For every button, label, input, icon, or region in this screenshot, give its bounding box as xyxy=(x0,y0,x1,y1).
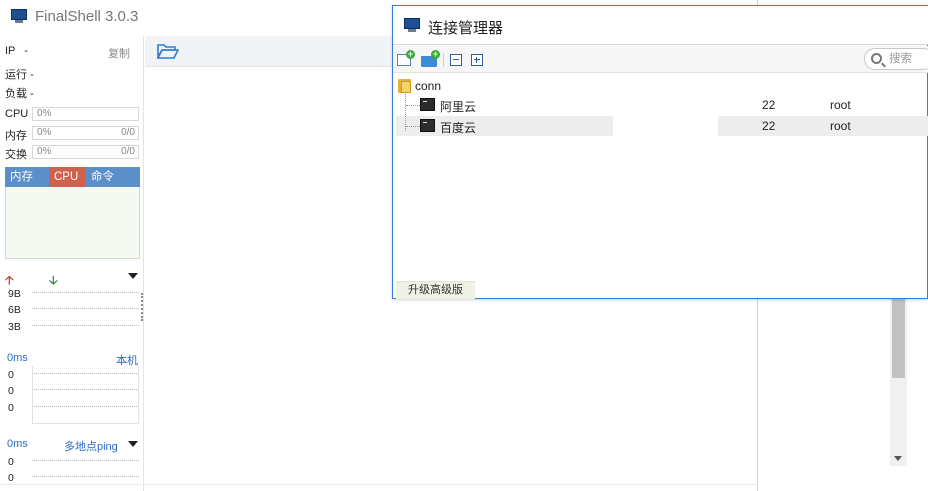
grid-line xyxy=(32,460,139,461)
tab-command[interactable]: 命令 xyxy=(86,167,140,187)
tree-vertical-connector xyxy=(405,94,406,131)
process-tabs: 内存 CPU 命令 xyxy=(5,167,140,187)
new-connection-icon[interactable]: + xyxy=(397,50,415,67)
tree-folder-row[interactable]: conn xyxy=(393,76,928,96)
ip-value: - xyxy=(24,45,28,57)
process-list[interactable] xyxy=(5,187,140,259)
upgrade-button[interactable]: 升级高级版 xyxy=(396,281,475,299)
search-box[interactable] xyxy=(864,48,928,70)
cpu-meter: 0% xyxy=(32,107,139,121)
ping-target[interactable]: 多地点ping xyxy=(64,438,118,454)
ip-row: IP - xyxy=(5,45,28,57)
system-info-panel: IP - 复制 运行 - 负载 - CPU 0% 内存 0% 0/0 交换 0%… xyxy=(0,36,144,491)
grid-line xyxy=(32,325,139,326)
dialog-toolbar: + + xyxy=(393,46,928,73)
selection-highlight xyxy=(718,116,928,136)
latency-axis-label: 0 xyxy=(8,402,14,414)
monitor-icon xyxy=(11,9,27,23)
dialog-title: 连接管理器 xyxy=(428,20,504,37)
collapse-all-icon[interactable] xyxy=(450,54,462,66)
grid-line xyxy=(32,308,139,309)
net-axis-label: 9B xyxy=(8,288,21,300)
latency-axis-label: 0 xyxy=(8,385,14,397)
connection-name: 百度云 xyxy=(440,121,477,135)
latency-axis-label: 0 xyxy=(8,369,14,381)
search-icon xyxy=(871,53,882,64)
network-header: 🡡 🡣 xyxy=(5,271,140,287)
connection-row[interactable]: 阿里云 22 root xyxy=(393,95,928,115)
latency-header: 0ms xyxy=(7,352,28,364)
cpu-value: 0% xyxy=(37,108,52,119)
copy-ip-button[interactable]: 复制 xyxy=(108,45,130,61)
memory-value: 0% xyxy=(37,127,52,138)
download-arrow-icon: 🡣 xyxy=(49,273,58,287)
swap-detail: 0/0 xyxy=(121,146,135,157)
grid-line xyxy=(32,292,139,293)
swap-meter: 0% 0/0 xyxy=(32,145,139,159)
status-bar xyxy=(0,484,758,491)
running-row: 运行 - xyxy=(5,66,34,82)
ping-axis-label: 0 xyxy=(8,456,14,468)
terminal-icon xyxy=(420,119,435,132)
folder-icon xyxy=(398,79,411,93)
memory-detail: 0/0 xyxy=(121,127,135,138)
connection-name: 阿里云 xyxy=(440,100,477,114)
search-input[interactable] xyxy=(889,51,928,67)
memory-label: 内存 xyxy=(5,130,27,142)
connection-user: root xyxy=(830,98,851,112)
tree-connector xyxy=(406,105,420,106)
tab-cpu[interactable]: CPU xyxy=(49,167,86,187)
resize-grip[interactable] xyxy=(141,293,144,321)
new-folder-icon[interactable]: + xyxy=(421,50,440,67)
memory-meter: 0% 0/0 xyxy=(32,126,139,140)
connection-port: 22 xyxy=(762,119,776,133)
load-value: - xyxy=(30,88,34,100)
latency-value: 0ms xyxy=(7,352,28,364)
tree-connector xyxy=(406,126,420,127)
ping-dropdown-icon[interactable] xyxy=(128,441,138,447)
connection-tree: conn 阿里云 22 root 百度云 22 root xyxy=(393,74,928,280)
scrollbar-thumb[interactable] xyxy=(892,298,905,378)
cpu-label: CPU xyxy=(5,108,29,120)
grid-line xyxy=(32,476,139,477)
net-axis-label: 3B xyxy=(8,321,21,333)
ping-axis-label: 0 xyxy=(8,472,14,484)
connection-row-selected[interactable]: 百度云 22 root xyxy=(393,116,928,136)
running-label: 运行 xyxy=(5,69,27,81)
ping-value: 0ms xyxy=(7,438,28,450)
connection-port: 22 xyxy=(762,98,776,112)
expand-all-icon[interactable] xyxy=(471,54,483,66)
dialog-title-bar: 连接管理器 xyxy=(393,6,928,45)
running-value: - xyxy=(30,69,34,81)
connection-manager-dialog: 连接管理器 + + conn 阿里云 22 root 百度云 xyxy=(392,5,928,299)
net-axis-label: 6B xyxy=(8,304,21,316)
swap-label: 交换 xyxy=(5,149,27,161)
network-interface-dropdown-icon[interactable] xyxy=(128,273,138,279)
load-row: 负载 - xyxy=(5,85,34,101)
app-title: FinalShell 3.0.3 xyxy=(35,8,139,25)
folder-name: conn xyxy=(415,79,442,93)
terminal-icon xyxy=(420,98,435,111)
load-label: 负载 xyxy=(5,88,27,100)
swap-value: 0% xyxy=(37,146,52,157)
toolbar-separator xyxy=(443,53,444,67)
latency-chart xyxy=(32,366,139,424)
connection-user: root xyxy=(830,119,851,133)
monitor-icon xyxy=(404,18,420,32)
folder-open-icon[interactable] xyxy=(157,43,179,59)
vertical-scrollbar[interactable] xyxy=(890,298,907,466)
scroll-down-icon[interactable] xyxy=(894,456,902,461)
tab-memory[interactable]: 内存 xyxy=(5,167,49,187)
ping-header: 0ms xyxy=(7,438,28,450)
ip-label: IP xyxy=(5,45,16,57)
